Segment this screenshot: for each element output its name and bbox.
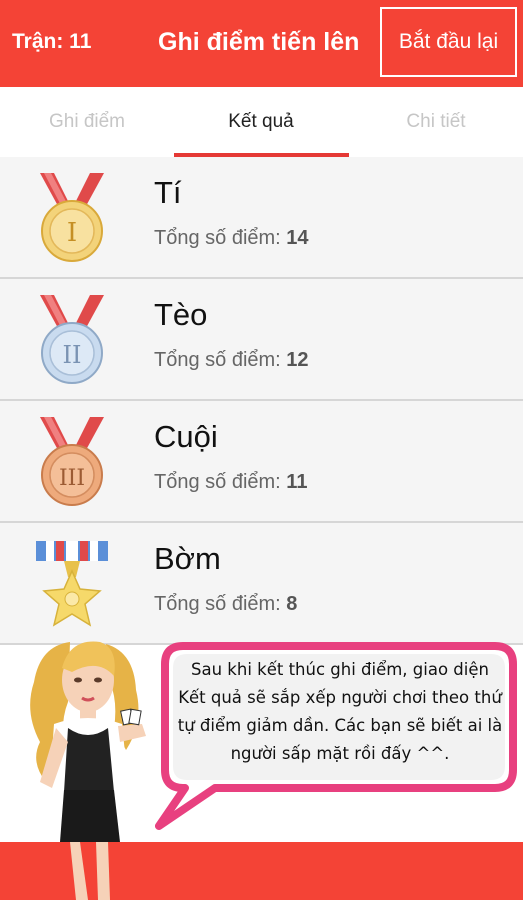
tab-results[interactable]: Kết quả bbox=[174, 87, 348, 157]
svg-text:I: I bbox=[67, 218, 77, 248]
player-name: Tí bbox=[154, 175, 182, 210]
round-counter: Trận: 11 bbox=[12, 30, 92, 53]
list-item: III Cuội Tổng số điểm: 11 bbox=[0, 401, 523, 523]
tab-bar: Ghi điểm Kết quả Chi tiết bbox=[0, 87, 523, 158]
list-item: II Tèo Tổng số điểm: 12 bbox=[0, 279, 523, 401]
mascot-girl-illustration bbox=[30, 641, 146, 900]
bronze-medal-icon: III bbox=[40, 417, 104, 506]
player-score: Tổng số điểm: 12 bbox=[154, 349, 309, 371]
player-name: Tèo bbox=[154, 297, 208, 332]
app-header: Trận: 11 Ghi điểm tiến lên Bắt đầu lại bbox=[0, 0, 523, 87]
svg-text:III: III bbox=[59, 466, 85, 491]
player-score: Tổng số điểm: 14 bbox=[154, 227, 309, 249]
star-medal-icon bbox=[36, 541, 108, 627]
tip-text: Sau khi kết thúc ghi điểm, giao diện Kết… bbox=[177, 660, 503, 763]
player-score: Tổng số điểm: 11 bbox=[154, 471, 308, 493]
results-list: I Tí Tổng số điểm: 14 II Tèo Tổng số điể… bbox=[0, 157, 523, 645]
page-title: Ghi điểm tiến lên bbox=[158, 28, 360, 56]
tab-details[interactable]: Chi tiết bbox=[349, 87, 523, 157]
list-item: Bờm Tổng số điểm: 8 bbox=[0, 523, 523, 645]
svg-text:II: II bbox=[63, 341, 82, 369]
player-score: Tổng số điểm: 8 bbox=[154, 593, 298, 615]
player-name: Cuội bbox=[154, 419, 218, 454]
player-name: Bờm bbox=[154, 541, 221, 576]
silver-medal-icon: II bbox=[40, 295, 104, 384]
gold-medal-icon: I bbox=[40, 173, 104, 262]
tab-score-entry[interactable]: Ghi điểm bbox=[0, 87, 174, 157]
list-item: I Tí Tổng số điểm: 14 bbox=[0, 157, 523, 279]
restart-button[interactable]: Bắt đầu lại bbox=[380, 7, 517, 77]
